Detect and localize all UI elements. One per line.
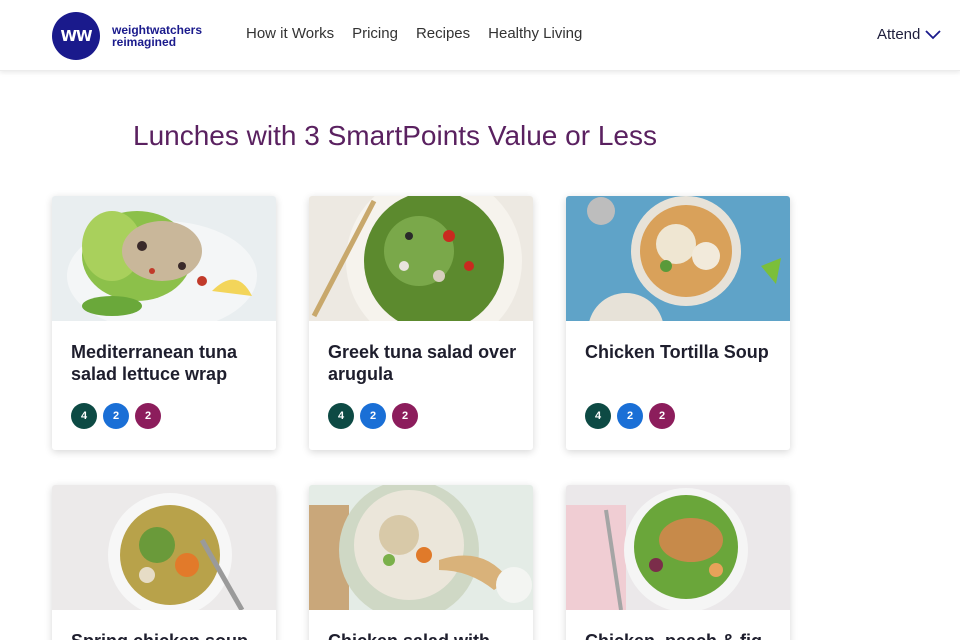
recipe-card[interactable]: Chicken Tortilla Soup 4 2 2 bbox=[566, 196, 790, 450]
points-blue-badge: 2 bbox=[103, 403, 129, 429]
recipe-card[interactable]: Chicken, peach & fig bbox=[566, 485, 790, 640]
recipe-title: Greek tuna salad over arugula bbox=[328, 342, 517, 384]
recipe-card[interactable]: Greek tuna salad over arugula 4 2 2 bbox=[309, 196, 533, 450]
ww-logo-mark: WW bbox=[52, 12, 100, 60]
recipe-card[interactable]: Mediterranean tuna salad lettuce wrap 4 … bbox=[52, 196, 276, 450]
main-nav: How it Works Pricing Recipes Healthy Liv… bbox=[246, 25, 600, 42]
recipe-image bbox=[309, 485, 533, 610]
ww-logo-text: weightwatchers reimagined bbox=[112, 23, 203, 49]
site-header: WW weightwatchers reimagined How it Work… bbox=[0, 0, 960, 71]
points-purple-badge: 2 bbox=[649, 403, 675, 429]
recipe-title: Chicken, peach & fig bbox=[585, 630, 775, 640]
nav-pricing[interactable]: Pricing bbox=[352, 25, 398, 42]
recipe-card[interactable]: Chicken salad with bbox=[309, 485, 533, 640]
chevron-down-icon bbox=[925, 29, 942, 39]
recipe-card[interactable]: Spring chicken soup bbox=[52, 485, 276, 640]
recipe-image bbox=[309, 196, 533, 321]
recipe-image bbox=[566, 196, 790, 321]
nav-how-it-works[interactable]: How it Works bbox=[246, 25, 334, 42]
points-green-badge: 4 bbox=[71, 403, 97, 429]
attend-label: Attend bbox=[877, 26, 921, 43]
smartpoints-badges: 4 2 2 bbox=[585, 403, 681, 429]
points-purple-badge: 2 bbox=[135, 403, 161, 429]
recipe-image bbox=[52, 196, 276, 321]
points-green-badge: 4 bbox=[328, 403, 354, 429]
recipe-image bbox=[52, 485, 276, 610]
points-green-badge: 4 bbox=[585, 403, 611, 429]
attend-dropdown[interactable]: Attend bbox=[877, 26, 942, 43]
recipe-title: Mediterranean tuna salad lettuce wrap bbox=[71, 342, 238, 384]
nav-recipes[interactable]: Recipes bbox=[416, 25, 470, 42]
smartpoints-badges: 4 2 2 bbox=[71, 403, 167, 429]
recipe-image bbox=[566, 485, 790, 610]
points-blue-badge: 2 bbox=[360, 403, 386, 429]
recipe-title: Chicken Tortilla Soup bbox=[585, 342, 769, 362]
smartpoints-badges: 4 2 2 bbox=[328, 403, 424, 429]
recipe-title: Chicken salad with bbox=[328, 630, 518, 640]
ww-logo[interactable]: WW weightwatchers reimagined bbox=[52, 12, 222, 60]
points-purple-badge: 2 bbox=[392, 403, 418, 429]
recipe-title: Spring chicken soup bbox=[71, 630, 261, 640]
points-blue-badge: 2 bbox=[617, 403, 643, 429]
nav-healthy-living[interactable]: Healthy Living bbox=[488, 25, 582, 42]
page-title: Lunches with 3 SmartPoints Value or Less bbox=[133, 120, 657, 151]
